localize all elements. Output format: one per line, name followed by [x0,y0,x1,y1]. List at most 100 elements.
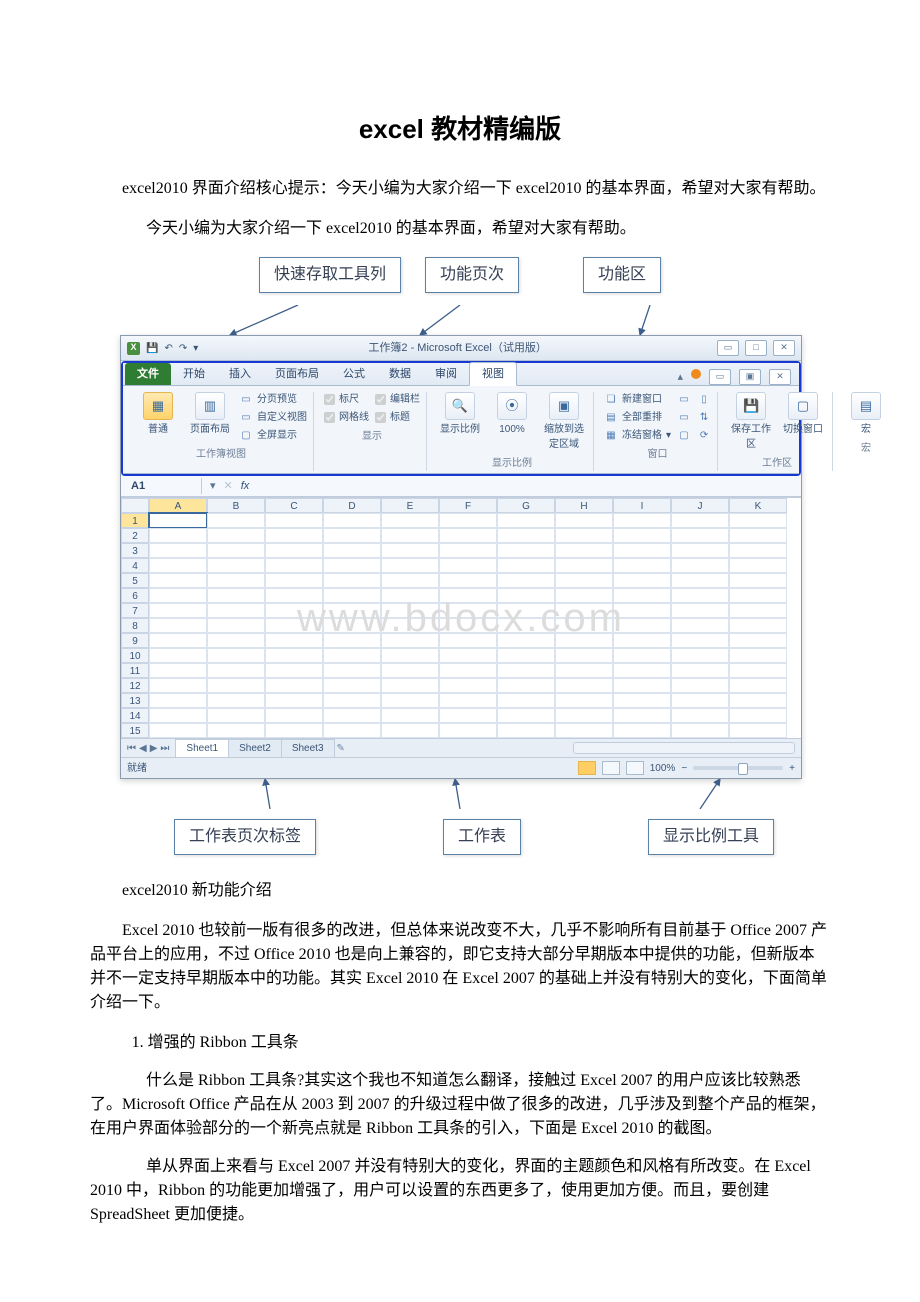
cell[interactable] [729,513,787,528]
row-header[interactable]: 2 [121,528,149,543]
cell[interactable] [323,693,381,708]
cell[interactable] [439,603,497,618]
cell[interactable] [207,588,265,603]
tab-file[interactable]: 文件 [125,363,171,385]
cell[interactable] [439,543,497,558]
cell[interactable] [381,573,439,588]
nav-first-icon[interactable]: ⏮ [127,741,136,756]
cell[interactable] [265,663,323,678]
page-layout-button[interactable]: ▥页面布局 [187,392,233,437]
cell[interactable] [439,648,497,663]
horizontal-scrollbar[interactable] [573,742,795,754]
cell[interactable] [265,693,323,708]
cell[interactable] [613,588,671,603]
cell[interactable] [265,678,323,693]
cell[interactable] [729,723,787,738]
cell[interactable] [207,573,265,588]
save-icon[interactable]: 💾 [146,341,158,356]
cell[interactable] [729,573,787,588]
cell[interactable] [671,603,729,618]
row-header[interactable]: 8 [121,618,149,633]
cell[interactable] [497,543,555,558]
column-header[interactable]: K [729,498,787,513]
cell[interactable] [439,708,497,723]
tab-formula[interactable]: 公式 [331,363,377,385]
cell[interactable] [381,663,439,678]
cell[interactable] [555,573,613,588]
cell[interactable] [323,663,381,678]
worksheet-grid[interactable]: ABCDEFGHIJK123456789101112131415 [121,497,801,738]
cell[interactable] [671,678,729,693]
cell[interactable] [497,708,555,723]
cell[interactable] [497,648,555,663]
cell[interactable] [323,723,381,738]
column-header[interactable]: J [671,498,729,513]
custom-views-button[interactable]: ▭自定义视图 [239,410,307,425]
cell[interactable] [671,558,729,573]
win-maximize-button[interactable]: □ [745,340,767,356]
row-header[interactable]: 5 [121,573,149,588]
cell[interactable] [497,588,555,603]
cell[interactable] [207,543,265,558]
cell[interactable] [613,648,671,663]
freeze-panes-button[interactable]: ▦冻结窗格 ▾ [604,428,671,443]
zoom-in-button[interactable]: + [789,761,795,776]
select-all-corner[interactable] [121,498,149,513]
status-page-layout-button[interactable] [602,761,620,775]
cell[interactable] [323,648,381,663]
cell[interactable] [265,588,323,603]
cell[interactable] [555,543,613,558]
switch-window-button[interactable]: ▢切换窗口 [780,392,826,437]
cell[interactable] [497,663,555,678]
tab-review[interactable]: 审阅 [423,363,469,385]
cell[interactable] [381,648,439,663]
cell[interactable] [439,528,497,543]
column-header[interactable]: C [265,498,323,513]
cell[interactable] [265,603,323,618]
cell[interactable] [439,558,497,573]
column-header[interactable]: I [613,498,671,513]
zoom-100-button[interactable]: ⦿100% [489,392,535,437]
inner-close-button[interactable]: ✕ [769,369,791,385]
cell[interactable] [555,603,613,618]
collapse-ribbon-icon[interactable]: ▴ [677,369,683,386]
cell[interactable] [323,603,381,618]
column-header[interactable]: A [149,498,207,513]
cell[interactable] [323,543,381,558]
cell[interactable] [671,723,729,738]
cell[interactable] [497,558,555,573]
cell[interactable] [729,648,787,663]
cell[interactable] [265,573,323,588]
cell[interactable] [671,648,729,663]
cell[interactable] [613,528,671,543]
cell[interactable] [149,543,207,558]
status-page-break-button[interactable] [626,761,644,775]
cell[interactable] [671,708,729,723]
cell[interactable] [555,513,613,528]
cell[interactable] [323,573,381,588]
zoom-selection-button[interactable]: ▣缩放到选定区域 [541,392,587,452]
cell[interactable] [207,618,265,633]
cell[interactable] [555,558,613,573]
inner-min-button[interactable]: ▭ [709,369,731,385]
cell[interactable] [323,678,381,693]
cell[interactable] [555,528,613,543]
cell[interactable] [439,633,497,648]
cell[interactable] [729,588,787,603]
row-header[interactable]: 6 [121,588,149,603]
cell[interactable] [149,588,207,603]
cell[interactable] [729,558,787,573]
cell[interactable] [265,633,323,648]
cell[interactable] [555,663,613,678]
name-box[interactable]: A1 [121,478,202,495]
cell[interactable] [613,603,671,618]
cell[interactable] [323,528,381,543]
cell[interactable] [671,663,729,678]
row-header[interactable]: 13 [121,693,149,708]
cell[interactable] [207,528,265,543]
cell[interactable] [207,678,265,693]
cell[interactable] [497,618,555,633]
save-workspace-button[interactable]: 💾保存工作区 [728,392,774,452]
cell[interactable] [149,573,207,588]
tab-insert[interactable]: 插入 [217,363,263,385]
